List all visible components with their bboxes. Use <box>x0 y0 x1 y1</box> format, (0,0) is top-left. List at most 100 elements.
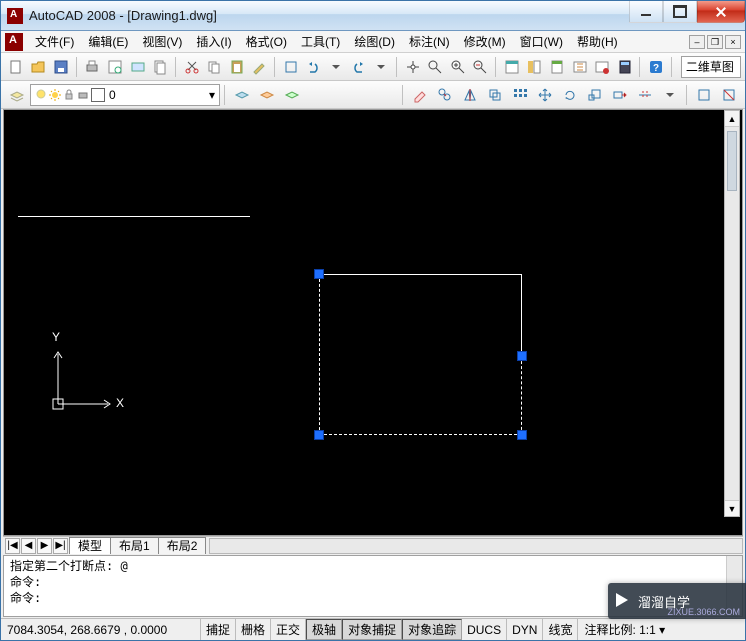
extend-button[interactable] <box>692 83 716 107</box>
layer-combo[interactable]: 0 ▾ <box>30 84 220 106</box>
grid-toggle[interactable]: 栅格 <box>236 619 271 640</box>
coords-readout[interactable]: 7084.3054, 268.6679 , 0.0000 <box>1 619 201 640</box>
snap-toggle[interactable]: 捕捉 <box>201 619 236 640</box>
quickcalc-button[interactable] <box>614 55 636 79</box>
new-button[interactable] <box>5 55 27 79</box>
vertical-scrollbar[interactable]: ▲ ▼ <box>724 110 740 517</box>
tab-layout2[interactable]: 布局2 <box>158 537 207 554</box>
stretch-button[interactable] <box>608 83 632 107</box>
horizontal-scrollbar[interactable] <box>209 538 743 554</box>
sun-icon <box>49 89 61 101</box>
otrack-toggle[interactable]: 对象追踪 <box>402 619 462 640</box>
redo-button[interactable] <box>348 55 370 79</box>
menu-modify[interactable]: 修改(M) <box>458 31 512 52</box>
grip-bottom-left[interactable] <box>314 430 324 440</box>
help-button[interactable]: ? <box>645 55 667 79</box>
menu-draw[interactable]: 绘图(D) <box>348 31 401 52</box>
scale-button[interactable] <box>583 83 607 107</box>
redo-dropdown[interactable] <box>370 55 392 79</box>
menu-dim[interactable]: 标注(N) <box>403 31 456 52</box>
cut-button[interactable] <box>181 55 203 79</box>
tab-last-button[interactable]: ▶| <box>53 538 68 554</box>
markup-mgr-button[interactable] <box>591 55 613 79</box>
ortho-toggle[interactable]: 正交 <box>271 619 306 640</box>
undo-dropdown[interactable] <box>325 55 347 79</box>
drawing-line[interactable] <box>18 216 250 217</box>
tab-next-button[interactable]: ▶ <box>37 538 52 554</box>
workspace-combo[interactable]: 二维草图 <box>681 56 741 78</box>
mdi-restore-button[interactable]: ❐ <box>707 35 723 49</box>
layer-iso-button[interactable] <box>280 83 304 107</box>
move-button[interactable] <box>533 83 557 107</box>
break-button[interactable] <box>717 83 741 107</box>
minimize-button[interactable] <box>629 1 663 23</box>
lwt-toggle[interactable]: 线宽 <box>543 619 578 640</box>
chevron-down-icon: ▾ <box>209 88 215 102</box>
save-button[interactable] <box>50 55 72 79</box>
paste-button[interactable] <box>226 55 248 79</box>
mdi-close-button[interactable]: × <box>725 35 741 49</box>
dyn-toggle[interactable]: DYN <box>507 619 543 640</box>
grip-top-left[interactable] <box>314 269 324 279</box>
layer-previous-button[interactable] <box>255 83 279 107</box>
scroll-down-button[interactable]: ▼ <box>725 500 739 516</box>
polar-toggle[interactable]: 极轴 <box>306 619 342 640</box>
rotate-button[interactable] <box>558 83 582 107</box>
tab-model[interactable]: 模型 <box>69 537 111 554</box>
scroll-up-button[interactable]: ▲ <box>725 111 739 127</box>
print-button[interactable] <box>82 55 104 79</box>
block-editor-button[interactable] <box>280 55 302 79</box>
layer-states-button[interactable] <box>230 83 254 107</box>
menu-format[interactable]: 格式(O) <box>240 31 293 52</box>
undo-button[interactable] <box>303 55 325 79</box>
zoom-window-button[interactable] <box>447 55 469 79</box>
menu-edit[interactable]: 编辑(E) <box>82 31 134 52</box>
watermark-overlay: 溜溜自学 ZIXUE.3066.COM <box>608 583 746 619</box>
mdi-area: X Y ▲ ▼ <box>1 109 745 618</box>
watermark-sub: ZIXUE.3066.COM <box>667 607 740 617</box>
grip-mid-right[interactable] <box>517 351 527 361</box>
scroll-thumb[interactable] <box>727 131 737 191</box>
close-button[interactable] <box>697 1 745 23</box>
properties-button[interactable] <box>501 55 523 79</box>
publish-button[interactable] <box>127 55 149 79</box>
copy-button[interactable] <box>203 55 225 79</box>
zoom-realtime-button[interactable] <box>424 55 446 79</box>
grip-bottom-right[interactable] <box>517 430 527 440</box>
menu-insert[interactable]: 插入(I) <box>190 31 237 52</box>
tool-palettes-button[interactable] <box>546 55 568 79</box>
menu-window[interactable]: 窗口(W) <box>514 31 569 52</box>
mirror-button[interactable] <box>458 83 482 107</box>
zoom-previous-button[interactable] <box>470 55 492 79</box>
more-dropdown[interactable] <box>658 83 682 107</box>
trim-button[interactable] <box>633 83 657 107</box>
menu-file[interactable]: 文件(F) <box>29 31 80 52</box>
plot-preview-button[interactable] <box>104 55 126 79</box>
design-center-button[interactable] <box>524 55 546 79</box>
open-button[interactable] <box>28 55 50 79</box>
tab-prev-button[interactable]: ◀ <box>21 538 36 554</box>
match-prop-button[interactable] <box>249 55 271 79</box>
layer-name: 0 <box>109 88 116 102</box>
sheet-set-button[interactable] <box>149 55 171 79</box>
sheet-set-mgr-button[interactable] <box>569 55 591 79</box>
annotation-scale[interactable]: 注释比例: 1:1 ▾ <box>578 619 745 640</box>
menu-help[interactable]: 帮助(H) <box>571 31 624 52</box>
lock-icon <box>63 89 75 101</box>
mdi-minimize-button[interactable]: – <box>689 35 705 49</box>
tab-first-button[interactable]: |◀ <box>5 538 20 554</box>
drawing-viewport[interactable]: X Y ▲ ▼ <box>3 109 743 536</box>
array-button[interactable] <box>508 83 532 107</box>
erase-button[interactable] <box>408 83 432 107</box>
tab-layout1[interactable]: 布局1 <box>110 537 159 554</box>
maximize-button[interactable] <box>663 1 697 23</box>
menu-view[interactable]: 视图(V) <box>136 31 188 52</box>
pan-button[interactable] <box>402 55 424 79</box>
copy-obj-button[interactable] <box>433 83 457 107</box>
layer-properties-button[interactable] <box>5 83 29 107</box>
offset-button[interactable] <box>483 83 507 107</box>
menu-tools[interactable]: 工具(T) <box>295 31 346 52</box>
ducs-toggle[interactable]: DUCS <box>462 619 507 640</box>
selected-rectangle[interactable] <box>301 274 522 435</box>
osnap-toggle[interactable]: 对象捕捉 <box>342 619 402 640</box>
